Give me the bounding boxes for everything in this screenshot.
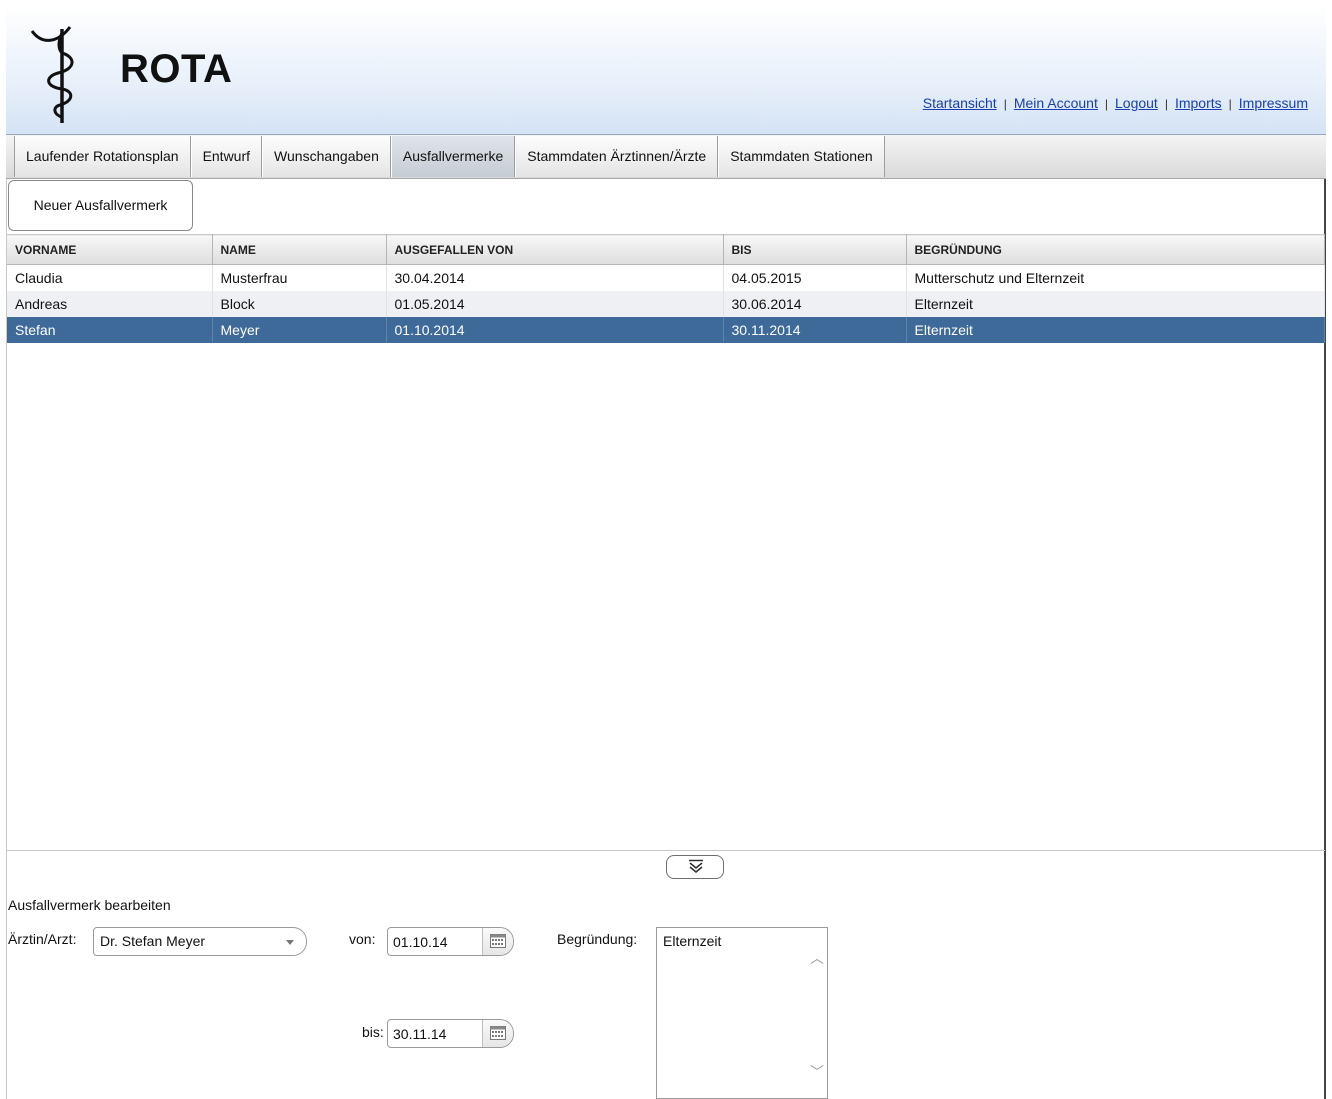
new-absence-button[interactable]: Neuer Ausfallvermerk <box>8 180 193 231</box>
von-date-picker <box>387 927 514 956</box>
doctor-select[interactable]: Dr. Stefan Meyer <box>93 927 307 956</box>
cell-bis: 30.06.2014 <box>723 291 907 317</box>
reason-field: Elternzeit ︿ ﹀ <box>656 927 828 1099</box>
tab-bar: Laufender Rotationsplan Entwurf Wunschan… <box>6 135 1326 179</box>
bis-date-input[interactable] <box>389 1021 489 1046</box>
cell-vorname: Andreas <box>7 291 213 317</box>
table-row[interactable]: Claudia Musterfrau 30.04.2014 04.05.2015… <box>7 264 1325 291</box>
reason-textarea[interactable]: Elternzeit <box>657 928 802 1096</box>
dropdown-arrow-icon <box>286 940 294 945</box>
link-mein-account[interactable]: Mein Account <box>1014 95 1098 111</box>
absence-grid: VORNAME NAME AUSGEFALLEN VON BIS BEGRÜND… <box>7 234 1325 851</box>
tab-laufender-rotationsplan[interactable]: Laufender Rotationsplan <box>14 136 191 177</box>
cell-begruendung: Elternzeit <box>906 291 1325 317</box>
link-logout[interactable]: Logout <box>1115 95 1158 111</box>
table-header-row: VORNAME NAME AUSGEFALLEN VON BIS BEGRÜND… <box>7 234 1325 265</box>
cell-name: Meyer <box>212 317 387 343</box>
doctor-select-value: Dr. Stefan Meyer <box>100 933 206 949</box>
tab-ausfallvermerke[interactable]: Ausfallvermerke <box>390 136 516 177</box>
calendar-icon <box>490 1026 506 1040</box>
top-links: Startansicht | Mein Account | Logout | Imports… <box>923 95 1308 111</box>
column-header-begruendung[interactable]: BEGRÜNDUNG <box>906 234 1325 265</box>
tab-stammdaten-stationen[interactable]: Stammdaten Stationen <box>718 136 885 177</box>
bis-date-picker <box>387 1019 514 1048</box>
link-impressum[interactable]: Impressum <box>1239 95 1308 111</box>
link-imports[interactable]: Imports <box>1175 95 1222 111</box>
cell-von: 01.05.2014 <box>386 291 724 317</box>
link-separator: | <box>1164 97 1168 111</box>
double-chevron-down-icon <box>689 859 703 874</box>
cell-von: 30.04.2014 <box>386 264 724 291</box>
cell-bis: 04.05.2015 <box>723 264 907 291</box>
scroll-down-icon[interactable]: ﹀ <box>810 1062 824 1082</box>
bis-label: bis: <box>362 1024 384 1040</box>
column-header-ausgefallen-von[interactable]: AUSGEFALLEN VON <box>386 234 724 265</box>
tab-stammdaten-aerzte[interactable]: Stammdaten Ärztinnen/Ärzte <box>515 136 719 177</box>
cell-begruendung: Mutterschutz und Elternzeit <box>906 264 1325 291</box>
reason-scrollbar[interactable]: ︿ ﹀ <box>805 928 827 1098</box>
edit-panel-title: Ausfallvermerk bearbeiten <box>8 897 171 913</box>
link-separator: | <box>1003 97 1007 111</box>
column-header-bis[interactable]: BIS <box>723 234 907 265</box>
caduceus-logo-icon <box>30 26 74 123</box>
scroll-up-icon[interactable]: ︿ <box>810 948 824 968</box>
calendar-icon <box>490 934 506 948</box>
cell-vorname: Claudia <box>7 264 213 291</box>
doctor-label: Ärztin/Arzt: <box>8 931 77 947</box>
app-title: ROTA <box>120 47 233 91</box>
column-header-name[interactable]: NAME <box>212 234 387 265</box>
cell-name: Block <box>212 291 387 317</box>
bis-calendar-button[interactable] <box>482 1020 513 1047</box>
tab-wunschangaben[interactable]: Wunschangaben <box>262 136 391 177</box>
table-row-selected[interactable]: Stefan Meyer 01.10.2014 30.11.2014 Elter… <box>7 317 1325 343</box>
column-header-vorname[interactable]: VORNAME <box>7 234 213 265</box>
cell-vorname: Stefan <box>7 317 213 343</box>
tab-entwurf[interactable]: Entwurf <box>190 136 263 177</box>
von-label: von: <box>349 931 376 947</box>
von-date-input[interactable] <box>389 929 489 954</box>
link-startansicht[interactable]: Startansicht <box>923 95 997 111</box>
app-header: ROTA Startansicht | Mein Account | Logout | Im… <box>6 5 1326 135</box>
von-calendar-button[interactable] <box>482 928 513 955</box>
link-separator: | <box>1228 97 1232 111</box>
table-row[interactable]: Andreas Block 01.05.2014 30.06.2014 Elte… <box>7 291 1325 317</box>
cell-bis: 30.11.2014 <box>723 317 907 343</box>
link-separator: | <box>1104 97 1108 111</box>
cell-begruendung: Elternzeit <box>906 317 1325 343</box>
cell-von: 01.10.2014 <box>386 317 724 343</box>
collapse-panel-button[interactable] <box>666 855 724 879</box>
reason-label: Begründung: <box>557 931 638 947</box>
cell-name: Musterfrau <box>212 264 387 291</box>
